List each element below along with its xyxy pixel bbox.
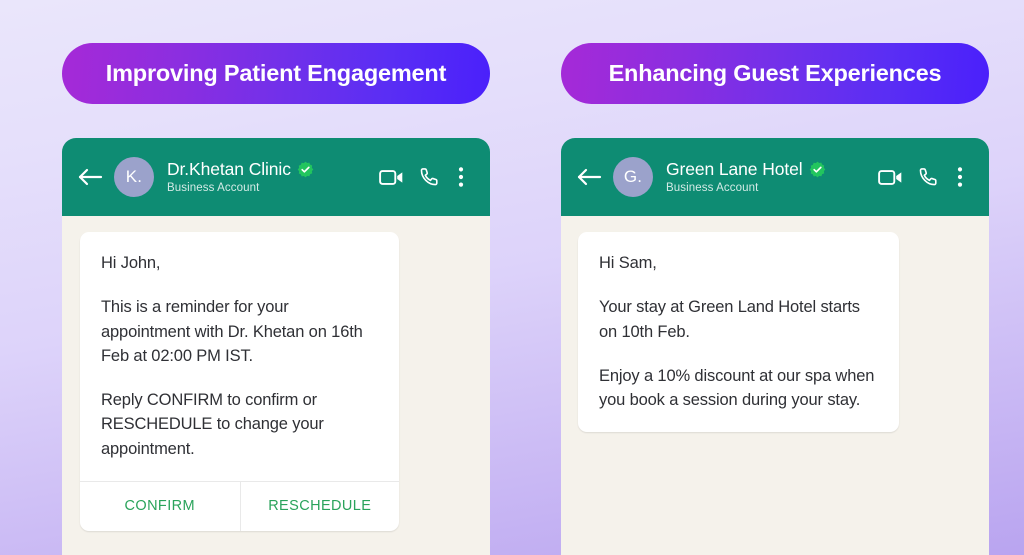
arrow-left-icon[interactable] (576, 166, 602, 188)
poster-canvas: Improving Patient Engagement K. Dr.Kheta… (0, 0, 1024, 555)
avatar-initials: K. (125, 167, 143, 186)
contact-identity-left[interactable]: Dr.Khetan Clinic Business Account (167, 159, 372, 194)
reschedule-button[interactable]: RESCHEDULE (239, 481, 400, 531)
message-paragraph: This is a reminder for your appointment … (101, 298, 363, 365)
panel-guest-experiences: Enhancing Guest Experiences G. Green Lan… (561, 0, 989, 555)
panel-patient-engagement: Improving Patient Engagement K. Dr.Kheta… (62, 0, 490, 555)
verified-badge-icon (297, 161, 314, 178)
title-pill-label: Enhancing Guest Experiences (608, 60, 942, 86)
avatar-initials: G. (623, 167, 643, 186)
avatar[interactable]: G. (613, 157, 653, 197)
contact-subtitle: Business Account (167, 182, 260, 194)
phone-mockup-left: K. Dr.Khetan Clinic Business Account Hi … (62, 138, 490, 555)
contact-subtitle: Business Account (666, 182, 759, 194)
verified-badge-icon (809, 161, 826, 178)
message-body-right: Hi Sam, Your stay at Green Land Hotel st… (578, 232, 899, 432)
message-paragraph: Enjoy a 10% discount at our spa when you… (599, 366, 875, 409)
phone-mockup-right: G. Green Lane Hotel Business Account Hi … (561, 138, 989, 555)
message-card-right: Hi Sam, Your stay at Green Land Hotel st… (578, 232, 899, 433)
contact-identity-right[interactable]: Green Lane Hotel Business Account (666, 159, 871, 194)
contact-name: Green Lane Hotel (666, 159, 803, 179)
chat-header-left: K. Dr.Khetan Clinic Business Account (62, 138, 490, 216)
confirm-button[interactable]: CONFIRM (80, 482, 240, 531)
video-camera-icon[interactable] (372, 158, 410, 196)
message-card-left: Hi John, This is a reminder for your app… (80, 232, 399, 531)
video-camera-icon[interactable] (871, 158, 909, 196)
arrow-left-icon[interactable] (77, 166, 103, 188)
phone-icon[interactable] (909, 158, 947, 196)
more-vertical-icon[interactable] (947, 158, 973, 196)
message-paragraph: Reply CONFIRM to confirm or RESCHEDULE t… (101, 391, 324, 458)
title-pill-right: Enhancing Guest Experiences (561, 43, 989, 104)
message-paragraph: Your stay at Green Land Hotel starts on … (599, 298, 860, 341)
title-pill-left: Improving Patient Engagement (62, 43, 490, 104)
contact-name: Dr.Khetan Clinic (167, 159, 291, 179)
phone-icon[interactable] (410, 158, 448, 196)
header-actions-left (372, 158, 474, 196)
avatar[interactable]: K. (114, 157, 154, 197)
message-paragraph: Hi John, (101, 254, 161, 272)
title-pill-label: Improving Patient Engagement (105, 60, 447, 86)
contact-name-row: Green Lane Hotel (666, 159, 871, 180)
contact-name-row: Dr.Khetan Clinic (167, 159, 372, 180)
more-vertical-icon[interactable] (448, 158, 474, 196)
chat-header-right: G. Green Lane Hotel Business Account (561, 138, 989, 216)
message-paragraph: Hi Sam, (599, 254, 657, 272)
message-body-left: Hi John, This is a reminder for your app… (80, 232, 399, 481)
header-actions-right (871, 158, 973, 196)
message-actions-left: CONFIRM RESCHEDULE (80, 480, 400, 531)
